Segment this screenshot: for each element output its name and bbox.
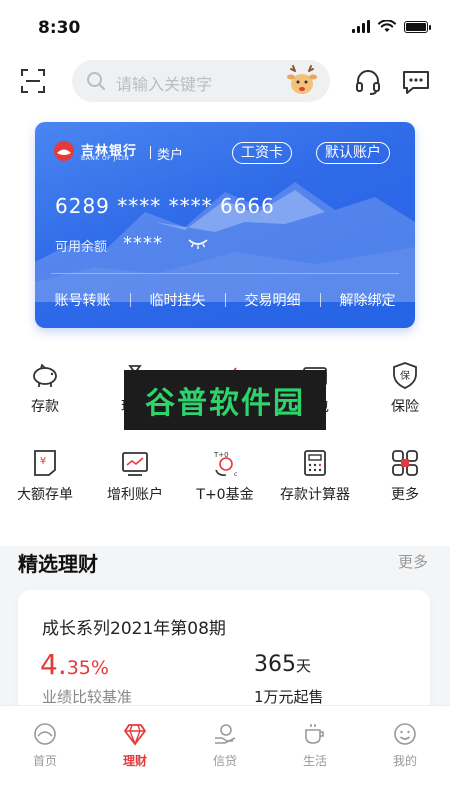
- tab-home[interactable]: 首页: [0, 706, 90, 776]
- bottom-tab-bar: 首页 理财 信贷 生活 我的: [0, 705, 450, 800]
- tab-wealth[interactable]: 理财: [90, 706, 180, 776]
- service-grid-row-2: ¥ 大额存单 增利账户 T+0 c T+0基金 存款计算器 更多: [0, 448, 450, 512]
- term-unit: 天: [296, 657, 312, 675]
- svg-text:保: 保: [400, 369, 410, 382]
- grid-label: 保险: [391, 399, 419, 415]
- section-title: 精选理财: [18, 552, 98, 576]
- tab-label: 信贷: [212, 754, 237, 768]
- tab-loan[interactable]: 信贷: [180, 706, 270, 776]
- top-bar: 请输入关键字: [0, 56, 450, 116]
- smile-icon: [394, 723, 416, 745]
- shield-icon: 保: [393, 362, 417, 389]
- grid-label: 增利账户: [107, 487, 163, 503]
- grid-item-insurance[interactable]: 保 保险: [360, 360, 450, 424]
- balance-value: ****: [123, 233, 163, 254]
- coin-transfer-icon: T+0 c: [213, 451, 237, 478]
- more-grid-icon: [392, 450, 418, 476]
- grid-label: 存款: [31, 399, 59, 415]
- mountains-illustration: [35, 182, 415, 302]
- bank-logo-icon: [54, 141, 74, 161]
- transactions-button[interactable]: 交易明细: [225, 290, 320, 310]
- search-icon: [87, 72, 105, 90]
- section-more-link[interactable]: 更多: [398, 551, 428, 572]
- certificate-icon: ¥: [34, 450, 56, 476]
- piggy-bank-icon: [33, 363, 57, 387]
- wifi-icon: [378, 20, 396, 32]
- tab-label: 生活: [302, 754, 327, 768]
- loan-icon: [215, 724, 236, 744]
- coffee-icon: [305, 724, 324, 744]
- card-divider: [51, 273, 399, 274]
- default-account-tag: 默认账户: [316, 142, 390, 164]
- grid-item-large-deposit[interactable]: ¥ 大额存单: [0, 448, 90, 512]
- rate-integer: 4.: [40, 648, 67, 681]
- rate-decimal: 35%: [66, 657, 109, 679]
- product-term: 365天: [254, 652, 311, 677]
- grid-item-calculator[interactable]: 存款计算器: [270, 448, 360, 512]
- grid-label: 大额存单: [17, 487, 73, 503]
- grid-label: 更多: [391, 487, 419, 503]
- salary-card-tag: 工资卡: [232, 142, 292, 164]
- status-icons: [352, 20, 431, 33]
- transfer-button[interactable]: 账号转账: [35, 290, 130, 310]
- status-time: 8:30: [38, 18, 81, 38]
- svg-text:¥: ¥: [40, 456, 46, 467]
- rate-label: 业绩比较基准: [42, 688, 133, 706]
- tab-label: 首页: [32, 754, 57, 768]
- search-input[interactable]: 请输入关键字: [72, 60, 330, 102]
- headset-icon[interactable]: [354, 68, 382, 96]
- grid-item-more[interactable]: 更多: [360, 448, 450, 512]
- bank-card[interactable]: 吉林银行 BANK OF JILIN 类户 工资卡 默认账户 6289 ****…: [35, 122, 415, 328]
- card-actions: 账号转账 临时挂失 交易明细 解除绑定: [35, 290, 415, 310]
- watermark-text: 谷普软件园: [145, 386, 305, 421]
- tab-profile[interactable]: 我的: [360, 706, 450, 776]
- grid-item-t0-fund[interactable]: T+0 c T+0基金: [180, 448, 270, 512]
- card-number: 6289 **** **** 6666: [55, 194, 275, 218]
- signal-icon: [352, 20, 370, 33]
- bank-name-en: BANK OF JILIN: [81, 155, 130, 162]
- watermark-banner: 谷普软件园: [124, 370, 326, 430]
- report-loss-button[interactable]: 临时挂失: [130, 290, 225, 310]
- diamond-icon: [124, 724, 146, 746]
- min-amount: 1万元起售: [254, 688, 324, 706]
- tab-life[interactable]: 生活: [270, 706, 360, 776]
- battery-icon: [404, 20, 431, 33]
- grid-label: T+0基金: [196, 487, 254, 503]
- calculator-icon: [304, 450, 326, 476]
- deer-icon[interactable]: [284, 62, 320, 100]
- grid-item-bonus-account[interactable]: 增利账户: [90, 448, 180, 512]
- product-rate: 4.35%: [40, 648, 109, 681]
- unbind-button[interactable]: 解除绑定: [320, 290, 415, 310]
- home-icon: [34, 723, 56, 745]
- svg-text:c: c: [234, 471, 237, 478]
- trend-card-icon: [122, 452, 148, 476]
- search-placeholder: 请输入关键字: [116, 75, 213, 94]
- balance-label: 可用余额: [55, 240, 108, 255]
- grid-item-deposit[interactable]: 存款: [0, 360, 90, 424]
- eye-closed-icon[interactable]: [187, 236, 209, 250]
- tab-label: 我的: [392, 754, 417, 768]
- term-value: 365: [254, 652, 296, 677]
- card-type: 类户: [149, 144, 183, 163]
- status-bar: 8:30: [0, 0, 450, 56]
- scan-icon[interactable]: [20, 68, 46, 94]
- message-icon[interactable]: [401, 68, 431, 96]
- product-name: 成长系列2021年第08期: [42, 619, 226, 639]
- tab-label: 理财: [122, 754, 147, 768]
- grid-label: 存款计算器: [280, 487, 350, 503]
